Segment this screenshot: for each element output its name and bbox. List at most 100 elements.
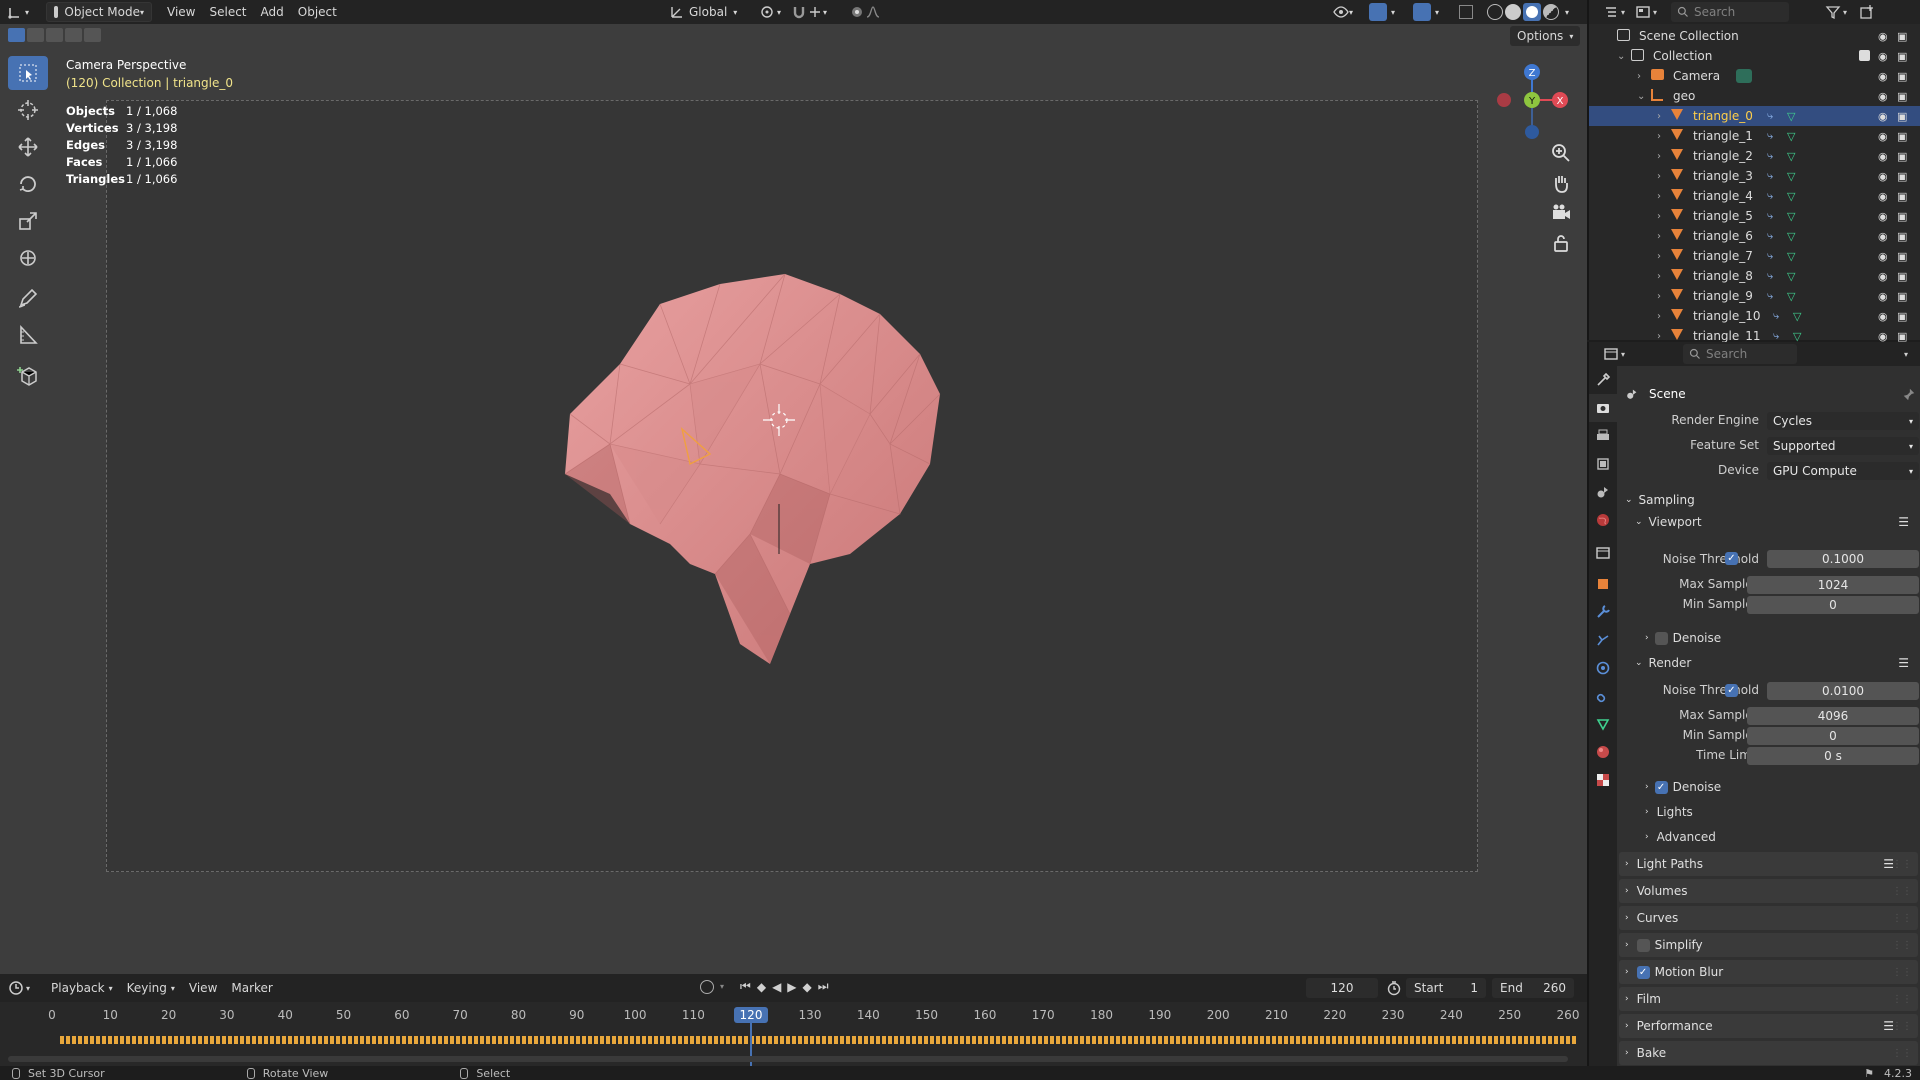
camera-render-icon[interactable]: ▣: [1897, 190, 1907, 203]
proportional-edit-button[interactable]: [842, 2, 888, 22]
orientation-dropdown[interactable]: Global ▾: [662, 2, 744, 22]
eye-icon[interactable]: ◉: [1878, 310, 1888, 323]
camera-render-icon[interactable]: ▣: [1897, 170, 1907, 183]
eye-icon[interactable]: ◉: [1878, 50, 1888, 63]
outliner-search[interactable]: Search: [1671, 2, 1790, 22]
measure-tool[interactable]: [8, 318, 48, 352]
camera-data-icon[interactable]: [1736, 69, 1752, 83]
panel-checkbox[interactable]: ✓: [1636, 965, 1650, 979]
panel-header[interactable]: › Simplify ⋮⋮: [1619, 933, 1918, 957]
add-cube-tool[interactable]: [8, 358, 48, 392]
render-subpanel-header[interactable]: ⌄ Render ☰: [1629, 653, 1919, 673]
end-frame-field[interactable]: End 260: [1492, 978, 1574, 998]
chevron-down-icon[interactable]: ⌄: [1637, 91, 1645, 102]
hand-pan-icon[interactable]: [1550, 172, 1572, 194]
chevron-right-icon[interactable]: ›: [1657, 131, 1661, 142]
tab-texture[interactable]: [1589, 766, 1617, 794]
chevron-right-icon[interactable]: ›: [1657, 311, 1661, 322]
chevron-right-icon[interactable]: ›: [1657, 231, 1661, 242]
menu-object[interactable]: Object: [291, 2, 344, 22]
header-dropdown-icon[interactable]: ▾: [1904, 350, 1908, 359]
panel-header[interactable]: › Light Paths ☰ ⋮⋮: [1619, 852, 1918, 876]
keyframe-strip[interactable]: [60, 1036, 1578, 1044]
viewport-denoise-row[interactable]: › Denoise: [1645, 628, 1919, 648]
camera-render-icon[interactable]: ▣: [1897, 330, 1907, 343]
eye-icon[interactable]: ◉: [1878, 290, 1888, 303]
pin-icon[interactable]: [1902, 387, 1916, 401]
render-engine-select[interactable]: Cycles ▾: [1767, 412, 1919, 430]
chevron-right-icon[interactable]: ›: [1657, 331, 1661, 342]
chevron-right-icon[interactable]: ›: [1657, 291, 1661, 302]
timeline-scrollbar[interactable]: [8, 1056, 1568, 1062]
camera-view-icon[interactable]: [1550, 202, 1572, 224]
options-dropdown[interactable]: Options ▾: [1510, 26, 1581, 46]
camera-render-icon[interactable]: ▣: [1897, 30, 1907, 43]
tab-render[interactable]: [1589, 394, 1617, 422]
panel-header[interactable]: › Volumes ⋮⋮: [1619, 879, 1918, 903]
chevron-right-icon[interactable]: ›: [1657, 151, 1661, 162]
triangle-object-row[interactable]: › triangle_3 ⤷ ▽ ◉ ▣: [1589, 166, 1920, 186]
outliner-editor-icon[interactable]: [1603, 4, 1619, 20]
camera-row[interactable]: › Camera ◉ ▣: [1589, 66, 1920, 86]
mesh-data-icon[interactable]: ▽: [1793, 310, 1801, 323]
visibility-dropdown[interactable]: ▾: [1326, 2, 1360, 22]
tab-constraints[interactable]: [1589, 682, 1617, 710]
viewport-min-samples-field[interactable]: 0: [1747, 596, 1919, 614]
drag-handle-icon[interactable]: ⋮⋮: [1892, 1021, 1912, 1032]
solid-shading-icon[interactable]: [1505, 4, 1521, 20]
modifier-wrench-icon[interactable]: ⤷: [1767, 109, 1773, 123]
scale-tool[interactable]: [8, 204, 48, 238]
tab-material[interactable]: [1589, 738, 1617, 766]
modifier-wrench-icon[interactable]: ⤷: [1773, 329, 1779, 343]
drag-handle-icon[interactable]: ⋮⋮: [1892, 967, 1912, 978]
material-shading-icon[interactable]: [1523, 3, 1541, 21]
drag-handle-icon[interactable]: ⋮⋮: [1892, 940, 1912, 951]
eye-icon[interactable]: ◉: [1878, 170, 1888, 183]
mesh-data-icon[interactable]: ▽: [1787, 190, 1795, 203]
transform-tool[interactable]: [8, 241, 48, 275]
scene-collection-row[interactable]: Scene Collection ◉ ▣: [1589, 26, 1920, 46]
panel-header[interactable]: › Bake ⋮⋮: [1619, 1041, 1918, 1065]
render-noise-threshold-checkbox[interactable]: ✓: [1725, 684, 1738, 697]
triangle-object-row[interactable]: › triangle_9 ⤷ ▽ ◉ ▣: [1589, 286, 1920, 306]
annotate-tool[interactable]: [8, 281, 48, 315]
eye-icon[interactable]: ◉: [1878, 230, 1888, 243]
camera-render-icon[interactable]: ▣: [1897, 250, 1907, 263]
lights-subpanel[interactable]: › Lights: [1645, 802, 1919, 822]
brain-mesh[interactable]: [550, 264, 1010, 724]
pivot-dropdown[interactable]: ▾: [752, 2, 788, 22]
jump-keyframe-forward-icon[interactable]: ◆: [803, 980, 812, 994]
camera-render-icon[interactable]: ▣: [1897, 50, 1907, 63]
current-frame-field[interactable]: 120: [1306, 978, 1378, 998]
gizmo-neg-x-axis[interactable]: [1497, 93, 1511, 107]
list-icon[interactable]: ☰: [1898, 656, 1909, 670]
drag-handle-icon[interactable]: ⋮⋮: [1892, 859, 1912, 870]
mesh-data-icon[interactable]: ▽: [1787, 110, 1795, 123]
clock-editor-icon[interactable]: [8, 980, 24, 996]
triangle-object-row[interactable]: › triangle_5 ⤷ ▽ ◉ ▣: [1589, 206, 1920, 226]
auto-key-icon[interactable]: [700, 979, 714, 994]
eye-icon[interactable]: ◉: [1878, 330, 1888, 343]
mesh-data-icon[interactable]: ▽: [1787, 270, 1795, 283]
list-icon[interactable]: ☰: [1898, 515, 1909, 529]
sampling-panel-header[interactable]: ⌄ Sampling: [1619, 488, 1918, 512]
viewport-denoise-checkbox[interactable]: [1654, 631, 1668, 645]
tab-output[interactable]: [1589, 422, 1617, 450]
jump-keyframe-back-icon[interactable]: ◆: [757, 980, 766, 994]
triangle-object-row[interactable]: › triangle_6 ⤷ ▽ ◉ ▣: [1589, 226, 1920, 246]
panel-header[interactable]: › Film ⋮⋮: [1619, 987, 1918, 1011]
jump-end-icon[interactable]: ⏭: [818, 979, 829, 994]
render-denoise-row[interactable]: › ✓ Denoise: [1645, 777, 1919, 797]
gizmo-neg-z-axis[interactable]: [1525, 125, 1539, 139]
triangle-object-row[interactable]: › triangle_10 ⤷ ▽ ◉ ▣: [1589, 306, 1920, 326]
viewport-noise-threshold-field[interactable]: 0.1000: [1767, 550, 1919, 568]
new-collection-icon[interactable]: [1859, 4, 1875, 20]
mesh-data-icon[interactable]: ▽: [1787, 150, 1795, 163]
triangle-object-row[interactable]: › triangle_2 ⤷ ▽ ◉ ▣: [1589, 146, 1920, 166]
wireframe-shading-icon[interactable]: [1487, 4, 1503, 20]
eye-icon[interactable]: ◉: [1878, 30, 1888, 43]
tab-object[interactable]: [1589, 570, 1617, 598]
eye-icon[interactable]: ◉: [1878, 70, 1888, 83]
keying-menu[interactable]: Keying ▾: [120, 978, 182, 998]
mesh-data-icon[interactable]: ▽: [1787, 170, 1795, 183]
